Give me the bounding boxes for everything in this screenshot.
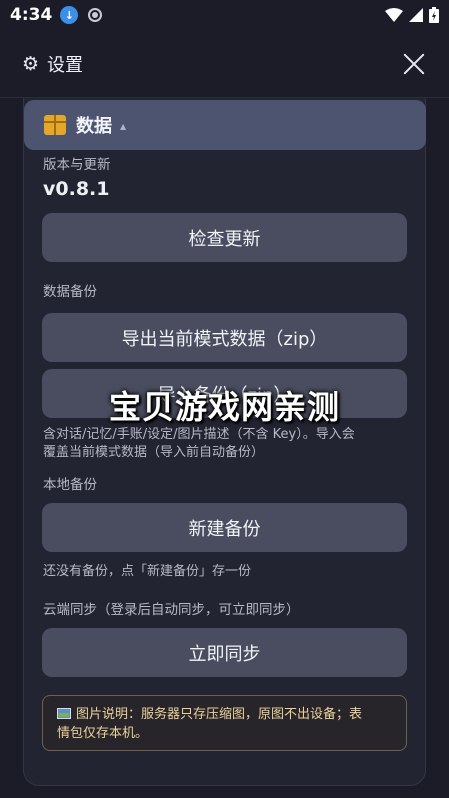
status-icons — [385, 7, 439, 23]
watermark: 宝贝游戏网亲测 — [108, 388, 340, 426]
image-note-line2: 情包仅存本机。 — [57, 726, 149, 741]
create-backup-button[interactable]: 新建备份 — [42, 503, 407, 552]
image-note-line1: 图片说明：服务器只存压缩图，原图不出设备；表 — [57, 705, 392, 724]
backup-description-line2: 覆盖当前模式数据（导入前自动备份） — [43, 445, 265, 460]
section-title: 数据 — [76, 116, 112, 137]
status-bar: 4:34 ↓ — [0, 0, 449, 30]
package-icon — [44, 115, 66, 135]
image-note-text1: 图片说明：服务器只存压缩图，原图不出设备；表 — [76, 707, 363, 722]
signal-icon — [409, 8, 423, 22]
battery-icon — [429, 7, 439, 23]
version-label: 版本与更新 — [43, 157, 111, 173]
caret-up-icon: ▲ — [120, 121, 127, 131]
local-backup-label: 本地备份 — [43, 477, 97, 493]
gear-icon: ⚙ — [22, 52, 40, 75]
status-time: 4:34 — [10, 5, 53, 25]
backup-label: 数据备份 — [43, 284, 97, 300]
download-icon: ↓ — [60, 6, 79, 24]
record-icon — [88, 8, 103, 22]
cloud-sync-label: 云端同步（登录后自动同步，可立即同步） — [43, 602, 300, 618]
export-data-button[interactable]: 导出当前模式数据（zip） — [42, 313, 407, 362]
picture-icon — [57, 708, 71, 719]
close-icon[interactable] — [401, 51, 427, 77]
page-title: 设置 — [47, 54, 84, 76]
version-value: v0.8.1 — [43, 178, 110, 200]
local-backup-empty-hint: 还没有备份，点「新建备份」存一份 — [43, 564, 252, 579]
check-update-button[interactable]: 检查更新 — [42, 213, 407, 262]
wifi-icon — [385, 8, 403, 22]
header: ⚙ 设置 — [0, 30, 449, 98]
section-header-data[interactable]: 数据 ▲ — [24, 100, 426, 150]
image-note: 图片说明：服务器只存压缩图，原图不出设备；表 情包仅存本机。 — [42, 695, 407, 751]
sync-now-button[interactable]: 立即同步 — [42, 628, 407, 677]
